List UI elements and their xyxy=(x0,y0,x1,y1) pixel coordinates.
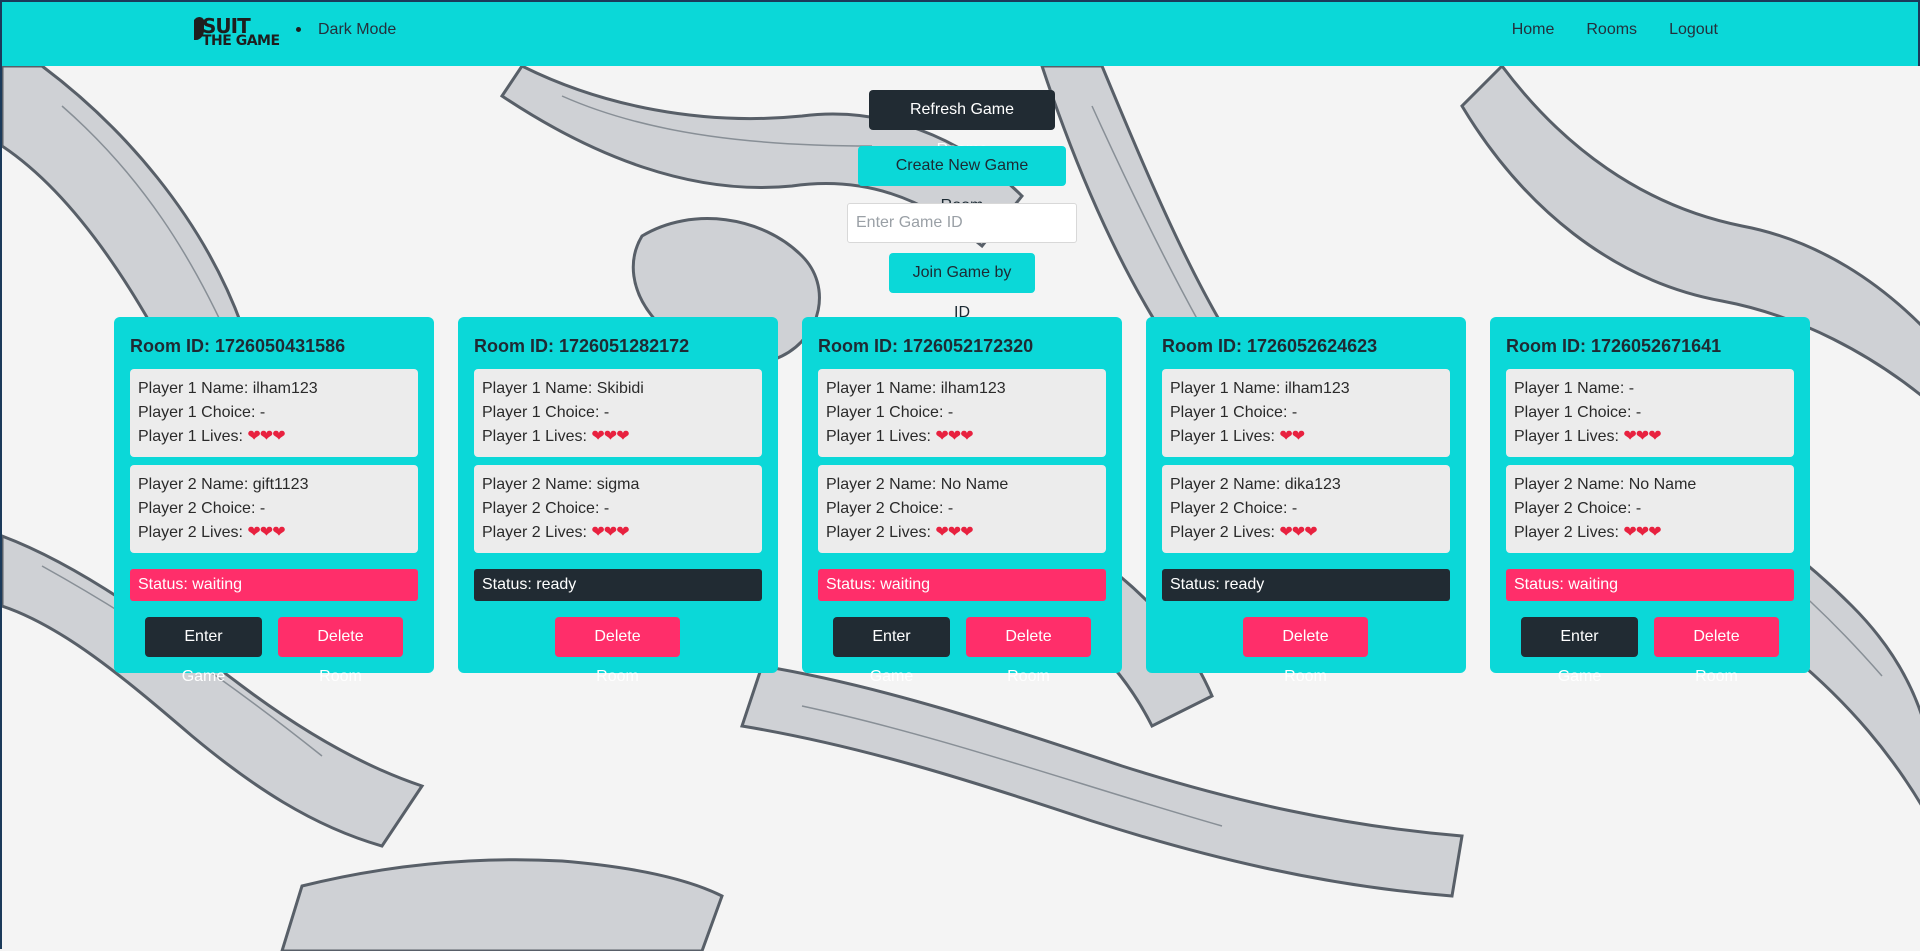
player2-name: Player 2 Name: No Name xyxy=(826,476,1009,493)
player1-name: Player 1 Name: ilham123 xyxy=(138,380,318,397)
enter-game-button[interactable]: Enter Game xyxy=(833,617,950,685)
player1-choice: Player 1 Choice: - xyxy=(1170,404,1298,421)
player1-choice: Player 1 Choice: - xyxy=(138,404,266,421)
room-card: Room ID: 1726052671641 Player 1 Name: - … xyxy=(1490,317,1810,685)
delete-room-button[interactable]: Delete Room xyxy=(966,617,1091,685)
heart-icon: ❤❤❤ xyxy=(247,524,285,541)
enter-game-button[interactable]: Enter Game xyxy=(145,617,262,685)
player1-lives-label: Player 1 Lives: xyxy=(482,428,587,445)
room-id: Room ID: 1726051282172 xyxy=(474,336,690,356)
room-id: Room ID: 1726050431586 xyxy=(130,336,346,356)
player2-lives: Player 2 Lives: ❤❤❤ xyxy=(1514,521,1786,545)
player1-name: Player 1 Name: - xyxy=(1514,380,1635,397)
status-badge: Status: ready xyxy=(474,569,762,601)
nav-home[interactable]: Home xyxy=(1512,21,1555,39)
player1-name: Player 1 Name: ilham123 xyxy=(1170,380,1350,397)
delete-room-button[interactable]: Delete Room xyxy=(555,617,680,685)
player1-choice: Player 1 Choice: - xyxy=(826,404,954,421)
player1-panel: Player 1 Name: ilham123 Player 1 Choice:… xyxy=(818,369,1106,457)
player2-panel: Player 2 Name: dika123 Player 2 Choice: … xyxy=(1162,465,1450,553)
delete-room-button[interactable]: Delete Room xyxy=(278,617,403,685)
room-id: Room ID: 1726052671641 xyxy=(1506,336,1722,356)
heart-icon: ❤❤❤ xyxy=(1279,524,1317,541)
create-room-button[interactable]: Create New Game Room xyxy=(858,146,1066,214)
player1-panel: Player 1 Name: - Player 1 Choice: - Play… xyxy=(1506,369,1794,457)
room-card: Room ID: 1726052172320 Player 1 Name: il… xyxy=(802,317,1122,685)
player1-lives-label: Player 1 Lives: xyxy=(138,428,243,445)
player2-choice: Player 2 Choice: - xyxy=(826,500,954,517)
room-card: Room ID: 1726052624623 Player 1 Name: il… xyxy=(1146,317,1466,685)
player2-name: Player 2 Name: No Name xyxy=(1514,476,1697,493)
room-id: Room ID: 1726052172320 xyxy=(818,336,1034,356)
room-id: Room ID: 1726052624623 xyxy=(1162,336,1378,356)
status-badge: Status: waiting xyxy=(130,569,418,601)
heart-icon: ❤❤❤ xyxy=(591,428,629,445)
dark-mode-toggle[interactable]: Dark Mode xyxy=(318,21,396,39)
player2-lives: Player 2 Lives: ❤❤❤ xyxy=(1170,521,1442,545)
status-badge: Status: waiting xyxy=(818,569,1106,601)
heart-icon: ❤❤❤ xyxy=(1623,428,1661,445)
join-game-button[interactable]: Join Game by ID xyxy=(889,253,1035,321)
player1-lives: Player 1 Lives: ❤❤❤ xyxy=(138,425,410,449)
player2-lives: Player 2 Lives: ❤❤❤ xyxy=(138,521,410,545)
heart-icon: ❤❤❤ xyxy=(1623,524,1661,541)
heart-icon: ❤❤ xyxy=(1279,428,1305,445)
player1-lives: Player 1 Lives: ❤❤❤ xyxy=(482,425,754,449)
player1-lives: Player 1 Lives: ❤❤❤ xyxy=(1514,425,1786,449)
player2-panel: Player 2 Name: No Name Player 2 Choice: … xyxy=(1506,465,1794,553)
player2-lives-label: Player 2 Lives: xyxy=(1514,524,1619,541)
player1-choice: Player 1 Choice: - xyxy=(482,404,610,421)
room-card: Room ID: 1726051282172 Player 1 Name: Sk… xyxy=(458,317,778,685)
player1-name: Player 1 Name: ilham123 xyxy=(826,380,1006,397)
brand-logo[interactable]: SUIT THE GAME xyxy=(192,12,304,52)
nav-links: Home Rooms Logout xyxy=(1512,21,1718,39)
delete-room-button[interactable]: Delete Room xyxy=(1243,617,1368,685)
player1-panel: Player 1 Name: Skibidi Player 1 Choice: … xyxy=(474,369,762,457)
enter-game-button[interactable]: Enter Game xyxy=(1521,617,1638,685)
brand-dot xyxy=(296,27,301,32)
heart-icon: ❤❤❤ xyxy=(935,428,973,445)
player2-lives-label: Player 2 Lives: xyxy=(138,524,243,541)
navbar: SUIT THE GAME Dark Mode Home Rooms Logou… xyxy=(2,2,1918,66)
player2-lives: Player 2 Lives: ❤❤❤ xyxy=(482,521,754,545)
player2-lives-label: Player 2 Lives: xyxy=(1170,524,1275,541)
player2-panel: Player 2 Name: gift1123 Player 2 Choice:… xyxy=(130,465,418,553)
heart-icon: ❤❤❤ xyxy=(591,524,629,541)
player1-lives: Player 1 Lives: ❤❤❤ xyxy=(826,425,1098,449)
player1-panel: Player 1 Name: ilham123 Player 1 Choice:… xyxy=(130,369,418,457)
player1-lives: Player 1 Lives: ❤❤ xyxy=(1170,425,1442,449)
player2-panel: Player 2 Name: sigma Player 2 Choice: - … xyxy=(474,465,762,553)
heart-icon: ❤❤❤ xyxy=(935,524,973,541)
player2-lives-label: Player 2 Lives: xyxy=(826,524,931,541)
refresh-rooms-button[interactable]: Refresh Game Rooms xyxy=(869,90,1055,158)
player2-choice: Player 2 Choice: - xyxy=(482,500,610,517)
player2-choice: Player 2 Choice: - xyxy=(1514,500,1642,517)
player1-lives-label: Player 1 Lives: xyxy=(826,428,931,445)
player2-name: Player 2 Name: gift1123 xyxy=(138,476,309,493)
player2-name: Player 2 Name: dika123 xyxy=(1170,476,1341,493)
nav-logout[interactable]: Logout xyxy=(1669,21,1718,39)
delete-room-button[interactable]: Delete Room xyxy=(1654,617,1779,685)
player2-choice: Player 2 Choice: - xyxy=(1170,500,1298,517)
status-badge: Status: ready xyxy=(1162,569,1450,601)
nav-rooms[interactable]: Rooms xyxy=(1586,21,1637,39)
game-id-input[interactable] xyxy=(847,203,1077,243)
status-badge: Status: waiting xyxy=(1506,569,1794,601)
player2-lives: Player 2 Lives: ❤❤❤ xyxy=(826,521,1098,545)
player2-choice: Player 2 Choice: - xyxy=(138,500,266,517)
room-card: Room ID: 1726050431586 Player 1 Name: il… xyxy=(114,317,434,685)
player1-lives-label: Player 1 Lives: xyxy=(1514,428,1619,445)
player2-name: Player 2 Name: sigma xyxy=(482,476,640,493)
player1-choice: Player 1 Choice: - xyxy=(1514,404,1642,421)
player2-lives-label: Player 2 Lives: xyxy=(482,524,587,541)
player1-panel: Player 1 Name: ilham123 Player 1 Choice:… xyxy=(1162,369,1450,457)
brand-line2: THE GAME xyxy=(202,33,280,49)
player2-panel: Player 2 Name: No Name Player 2 Choice: … xyxy=(818,465,1106,553)
heart-icon: ❤❤❤ xyxy=(247,428,285,445)
player1-lives-label: Player 1 Lives: xyxy=(1170,428,1275,445)
player1-name: Player 1 Name: Skibidi xyxy=(482,380,644,397)
